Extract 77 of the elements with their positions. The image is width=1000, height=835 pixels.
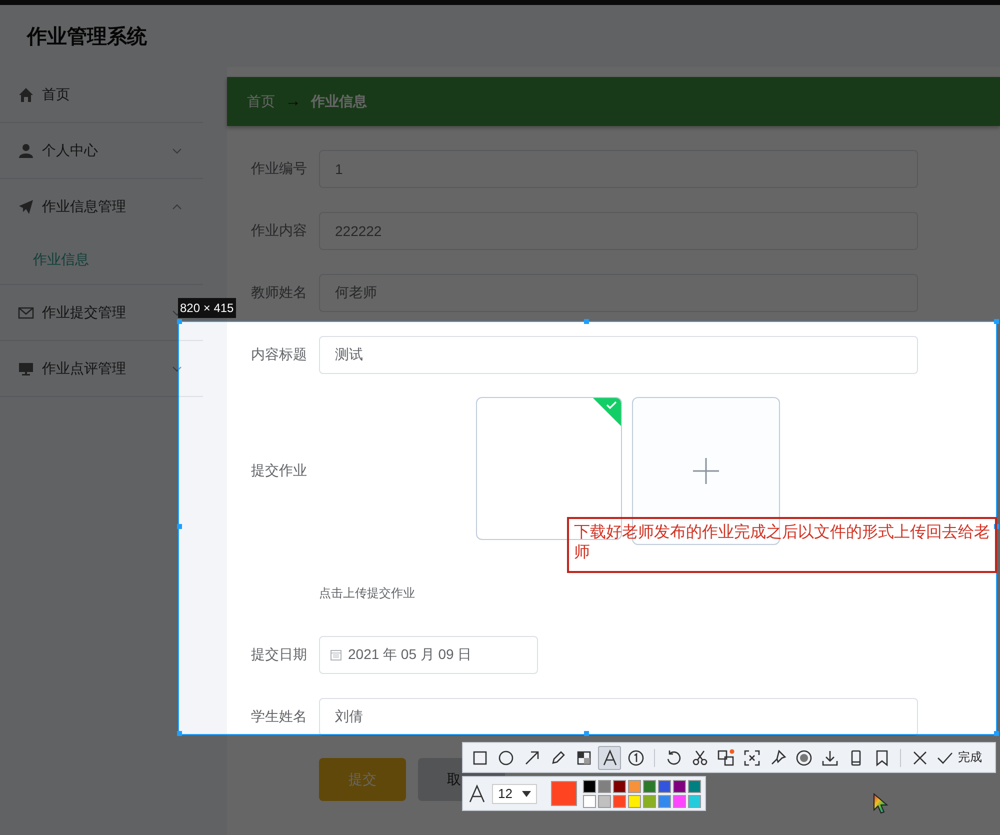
color-swatch[interactable] — [628, 794, 641, 808]
color-swatch[interactable] — [688, 780, 701, 792]
color-swatch[interactable] — [613, 780, 626, 792]
color-swatch[interactable] — [643, 794, 656, 808]
input-field[interactable]: 测试 — [319, 336, 918, 374]
breadcrumb-item[interactable]: 首页 — [247, 92, 275, 110]
input-field[interactable]: 222222 — [319, 212, 918, 250]
plus-icon — [692, 457, 720, 485]
done-button[interactable]: 完成 — [934, 746, 984, 770]
mosaic-icon — [574, 748, 592, 766]
input-field[interactable]: 1 — [319, 150, 918, 188]
font-size-dropdown[interactable]: 12 — [492, 784, 537, 804]
color-swatch[interactable] — [673, 794, 686, 808]
color-swatch[interactable] — [583, 794, 596, 808]
translate-icon — [716, 748, 734, 766]
numbered-marker-icon — [626, 748, 644, 766]
resize-handle[interactable] — [177, 731, 182, 736]
color-swatch[interactable] — [598, 780, 611, 792]
resize-handle[interactable] — [177, 524, 182, 529]
toolbar-button[interactable] — [598, 746, 621, 770]
input-field[interactable]: 何老师 — [319, 274, 918, 312]
upload-hint: 点击上传提交作业 — [319, 585, 415, 602]
sidebar-item[interactable]: 作业点评管理 — [0, 341, 203, 397]
current-color-swatch[interactable] — [551, 781, 577, 806]
color-swatch[interactable] — [628, 780, 641, 792]
annotation-text[interactable]: 下载好老师发布的作业完成之后以文件的形式上传回去给老师 — [567, 517, 997, 573]
color-swatch[interactable] — [613, 794, 626, 808]
date-field[interactable]: 2021 年 05 月 09 日 — [319, 636, 538, 674]
color-swatch[interactable] — [688, 794, 701, 808]
field-label: 教师姓名 — [251, 284, 308, 302]
breadcrumb-separator: → — [285, 92, 301, 110]
resize-handle[interactable] — [584, 731, 589, 736]
field-label: 学生姓名 — [251, 708, 308, 726]
field-label: 内容标题 — [251, 346, 308, 364]
input-field[interactable]: 刘倩 — [319, 698, 918, 736]
calendar-icon — [330, 649, 342, 661]
record-icon — [794, 748, 812, 766]
text-recognition-icon — [742, 748, 760, 766]
color-swatch[interactable] — [673, 780, 686, 792]
field-label: 提交作业 — [251, 462, 308, 480]
resize-handle[interactable] — [994, 319, 999, 324]
color-swatch[interactable] — [643, 780, 656, 792]
cursor-icon — [873, 793, 889, 815]
user-icon — [18, 142, 34, 158]
resize-handle[interactable] — [177, 319, 182, 324]
sidebar-item[interactable]: 首页 — [0, 67, 203, 123]
sidebar-item[interactable]: 个人中心 — [0, 123, 203, 179]
undo-icon — [664, 748, 682, 766]
home-icon — [18, 86, 34, 102]
resize-handle[interactable] — [994, 731, 999, 736]
field-label: 作业编号 — [251, 160, 308, 178]
success-check-icon — [593, 398, 621, 426]
color-swatch[interactable] — [583, 780, 596, 792]
field-label: 作业内容 — [251, 222, 308, 240]
close-icon — [910, 748, 928, 766]
paper-plane-icon — [18, 199, 34, 215]
download-icon — [820, 748, 838, 766]
mail-icon — [18, 304, 34, 320]
color-swatch[interactable] — [658, 780, 671, 792]
monitor-icon — [18, 360, 34, 376]
resize-handle[interactable] — [584, 319, 589, 324]
app-title: 作业管理系统 — [27, 24, 147, 50]
resize-handle[interactable] — [994, 524, 999, 529]
color-swatch[interactable] — [658, 794, 671, 808]
color-swatch[interactable] — [598, 794, 611, 808]
text-icon — [600, 748, 618, 766]
rectangle-icon — [470, 748, 488, 766]
selection-size-tooltip: 820 × 415 — [178, 298, 236, 318]
caret-icon — [522, 790, 531, 796]
circle-icon — [496, 748, 514, 766]
selection-frame[interactable] — [178, 321, 997, 735]
submenu-item[interactable]: 作业信息 — [0, 235, 203, 285]
breadcrumb-item: 作业信息 — [311, 92, 367, 110]
field-label: 提交日期 — [251, 646, 308, 664]
font-size-icon — [468, 784, 486, 804]
sidebar-item[interactable]: 作业信息管理 — [0, 179, 203, 235]
scissors-icon — [690, 748, 708, 766]
